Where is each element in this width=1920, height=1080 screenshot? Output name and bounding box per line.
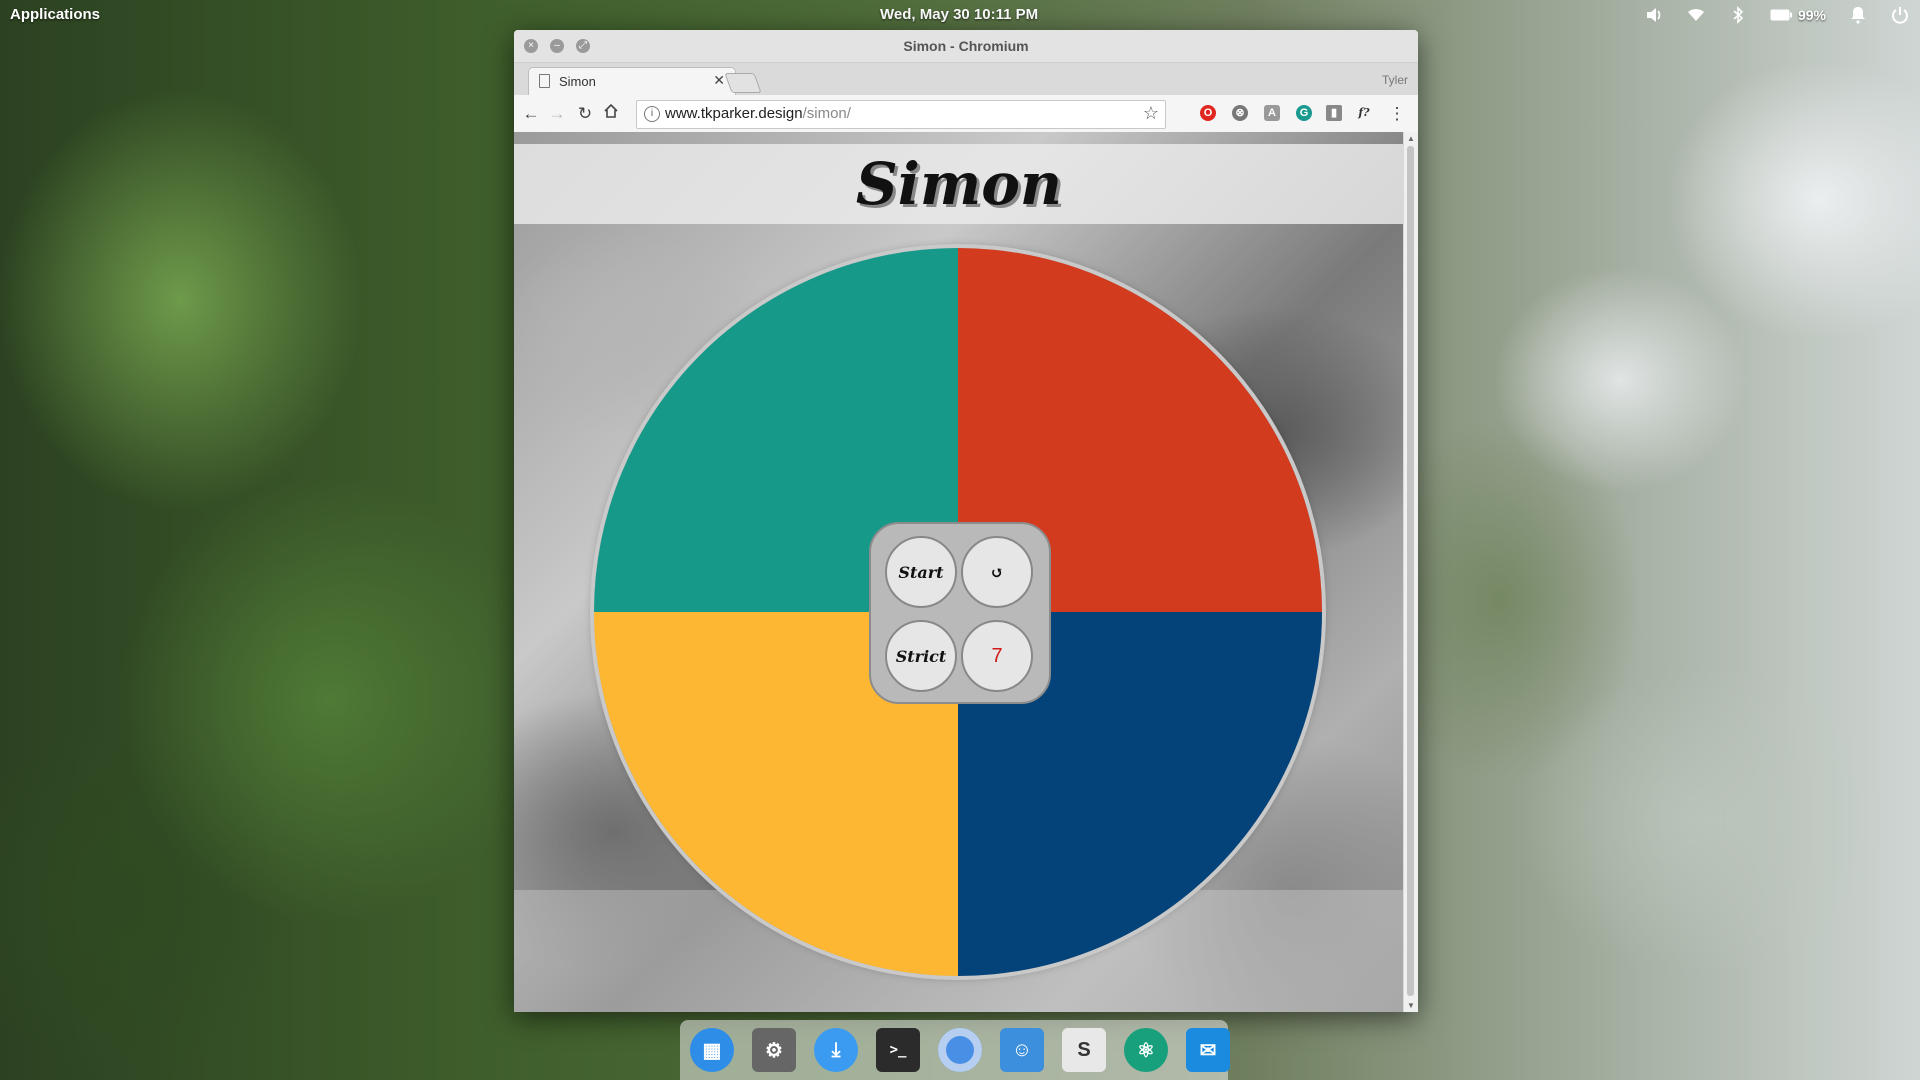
scroll-down-icon[interactable]: ▼ — [1404, 1001, 1418, 1010]
volume-icon[interactable] — [1644, 6, 1664, 24]
multitasking-view-icon[interactable]: ▦ — [690, 1028, 734, 1072]
browser-window: × – ⤢ Simon - Chromium Simon ✕ Tyler ← →… — [514, 30, 1418, 1012]
url-host: www.tkparker.design — [665, 105, 803, 122]
strict-button[interactable]: Strict — [885, 620, 957, 692]
datetime-indicator[interactable]: Wed, May 30 10:11 PM — [880, 6, 1038, 23]
power-icon[interactable] — [1890, 6, 1910, 24]
url-text[interactable]: www.tkparker.design/simon/ — [665, 105, 851, 122]
font-extension-icon[interactable]: f? — [1356, 105, 1372, 121]
battery-indicator[interactable]: 99% — [1770, 6, 1826, 24]
opera-extension-icon[interactable]: O — [1200, 105, 1216, 121]
grammar-extension-icon[interactable]: G — [1296, 105, 1312, 121]
control-panel: Start ↺ Strict 7 — [869, 522, 1051, 704]
bluetooth-icon[interactable] — [1728, 6, 1748, 24]
close-tab-icon[interactable]: ✕ — [713, 72, 725, 89]
terminal-icon[interactable]: >_ — [876, 1028, 920, 1072]
start-button[interactable]: Start — [885, 536, 957, 608]
battery-percent: 99% — [1797, 7, 1826, 23]
dock: ▦ ⚙ ⤓ >_ ☺ S ⚛ ✉ — [680, 1020, 1230, 1080]
wifi-icon[interactable] — [1686, 6, 1706, 24]
browser-toolbar: ← → ↻ i www.tkparker.design/simon/ ☆ O ⊗… — [514, 95, 1418, 134]
site-info-icon[interactable]: i — [644, 106, 660, 122]
scrollbar-thumb[interactable] — [1407, 146, 1414, 996]
tab-title: Simon — [559, 74, 596, 89]
page-scrollbar[interactable]: ▲ ▼ — [1403, 132, 1418, 1012]
tab-extension-icon[interactable]: ▮ — [1326, 105, 1342, 121]
battery-icon — [1770, 9, 1792, 21]
slack-icon[interactable]: S — [1062, 1028, 1106, 1072]
system-settings-icon[interactable]: ⚙ — [752, 1028, 796, 1072]
back-icon[interactable]: ← — [520, 103, 542, 125]
reader-extension-icon[interactable]: A — [1264, 105, 1280, 121]
applications-menu-button[interactable]: Applications — [10, 6, 100, 23]
files-icon[interactable]: ☺ — [1000, 1028, 1044, 1072]
new-tab-button[interactable] — [724, 73, 762, 93]
atom-icon[interactable]: ⚛ — [1124, 1028, 1168, 1072]
address-bar[interactable]: i www.tkparker.design/simon/ ☆ — [636, 100, 1166, 129]
forward-icon[interactable]: → — [546, 103, 568, 125]
home-icon[interactable] — [600, 103, 622, 125]
window-titlebar[interactable]: × – ⤢ Simon - Chromium — [514, 30, 1418, 63]
bookmark-star-icon[interactable]: ☆ — [1143, 103, 1159, 124]
tab-strip: Simon ✕ Tyler — [514, 63, 1418, 96]
page-icon — [539, 74, 550, 88]
profile-name[interactable]: Tyler — [1382, 73, 1408, 87]
menu-icon[interactable]: ⋮ — [1386, 103, 1408, 125]
page-title: Simon — [855, 150, 1063, 218]
reset-button[interactable]: ↺ — [961, 536, 1033, 608]
url-path: /simon/ — [802, 105, 851, 122]
block-extension-icon[interactable]: ⊗ — [1232, 105, 1248, 121]
notifications-icon[interactable] — [1848, 6, 1868, 24]
scroll-up-icon[interactable]: ▲ — [1404, 134, 1418, 143]
reload-icon[interactable]: ↻ — [574, 103, 596, 125]
step-counter: 7 — [961, 620, 1033, 692]
tab-simon[interactable]: Simon ✕ — [528, 67, 736, 96]
system-tray: 99% — [1644, 3, 1910, 27]
page-viewport: Simon Start ↺ Strict 7 — [514, 132, 1404, 1012]
top-panel: Applications Wed, May 30 10:11 PM 99% — [0, 0, 1920, 30]
mail-icon[interactable]: ✉ — [1186, 1028, 1230, 1072]
chromium-icon[interactable] — [938, 1028, 982, 1072]
window-title: Simon - Chromium — [903, 38, 1029, 54]
appcenter-icon[interactable]: ⤓ — [814, 1028, 858, 1072]
